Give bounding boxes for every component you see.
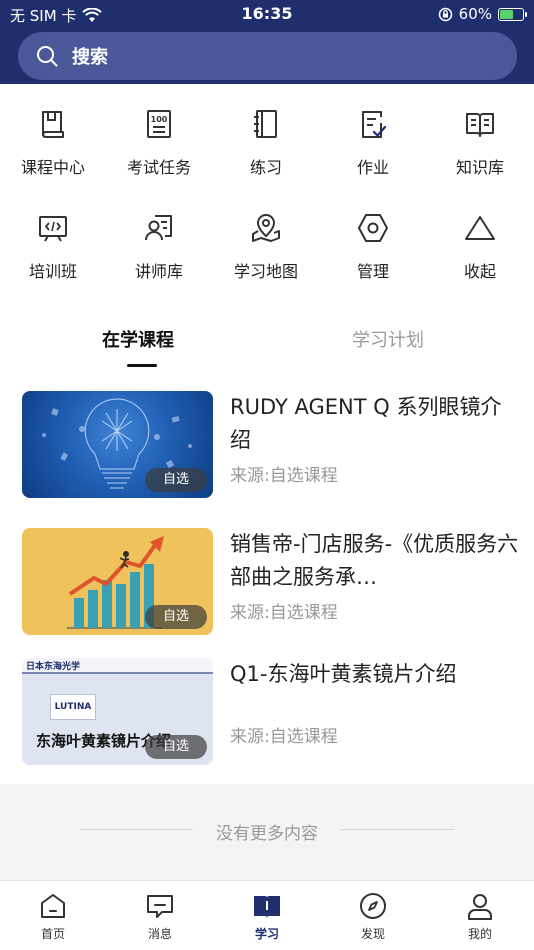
tab-learning-courses[interactable]: 在学课程 xyxy=(102,326,174,352)
course-tabs: 在学课程 学习计划 xyxy=(0,320,534,370)
course-thumbnail: 自选 xyxy=(22,528,213,635)
course-thumbnail: 日本东海光学 LUTINA 东海叶黄素镜片介绍 自选 xyxy=(22,658,213,765)
course-title: RUDY AGENT Q 系列眼镜介绍 xyxy=(230,395,502,452)
lutina-logo-text: LUTINA xyxy=(54,702,92,712)
nav-profile[interactable]: 我的 xyxy=(440,891,520,942)
thumb-header-text: 日本东海光学 xyxy=(26,662,81,672)
nav-messages[interactable]: 消息 xyxy=(120,891,200,942)
battery-icon xyxy=(498,7,527,21)
grid-item-lecturer-library[interactable]: 讲师库 xyxy=(106,212,212,282)
grid-label: 管理 xyxy=(356,262,389,281)
orientation-lock-icon xyxy=(438,7,452,21)
course-title: 销售帝-门店服务-《优质服务六部曲之服务承… xyxy=(230,532,519,589)
status-bar: 无 SIM 卡 16:35 60% xyxy=(0,0,534,28)
nav-study[interactable]: 学习 xyxy=(227,891,307,942)
book-icon xyxy=(42,111,64,138)
training-icon xyxy=(39,216,67,242)
course-source: 来源:自选课程 xyxy=(230,466,338,486)
study-icon xyxy=(254,896,280,918)
grid-label: 作业 xyxy=(356,158,389,177)
grid-item-management[interactable]: 管理 xyxy=(320,212,426,282)
course-item[interactable]: 自选 销售帝-门店服务-《优质服务六部曲之服务承… 来源:自选课程 xyxy=(0,528,534,638)
grid-label: 知识库 xyxy=(455,158,504,177)
search-icon xyxy=(37,46,58,67)
lutina-logo: LUTINA xyxy=(50,694,96,720)
grid-item-knowledge-base[interactable]: 知识库 xyxy=(427,108,533,178)
search-input[interactable]: 搜索 xyxy=(18,32,517,80)
grid-item-exam-task[interactable]: 100 考试任务 xyxy=(106,108,212,178)
search-label: 搜索 xyxy=(72,47,108,68)
nav-label: 首页 xyxy=(40,927,65,941)
nav-label: 我的 xyxy=(467,927,492,941)
exam-icon: 100 xyxy=(147,110,171,138)
course-tag: 自选 xyxy=(145,735,207,759)
nav-home[interactable]: 首页 xyxy=(13,891,93,942)
nav-label: 发现 xyxy=(360,927,385,941)
thumb-header-band: 日本东海光学 xyxy=(22,658,213,674)
nav-label: 学习 xyxy=(254,927,279,941)
no-more-content-text: 没有更多内容 xyxy=(216,824,318,844)
notebook-icon xyxy=(254,110,277,138)
map-icon xyxy=(252,213,280,242)
grid-label: 收起 xyxy=(463,262,496,281)
bottom-nav: 首页 消息 学习 发现 我的 xyxy=(0,880,534,950)
lecturer-icon xyxy=(145,215,172,241)
home-icon xyxy=(41,894,65,918)
course-thumbnail: 自选 xyxy=(22,391,213,498)
grid-item-practice[interactable]: 练习 xyxy=(213,108,319,178)
active-tab-indicator xyxy=(127,364,157,367)
course-item[interactable]: 自选 RUDY AGENT Q 系列眼镜介绍 来源:自选课程 xyxy=(0,391,534,501)
course-source: 来源:自选课程 xyxy=(230,603,338,623)
nav-discover[interactable]: 发现 xyxy=(333,891,413,942)
status-right: 60% xyxy=(438,5,527,23)
course-item[interactable]: 日本东海光学 LUTINA 东海叶黄素镜片介绍 自选 Q1-东海叶黄素镜片介绍 … xyxy=(0,658,534,768)
grid-label: 讲师库 xyxy=(134,262,183,281)
nav-label: 消息 xyxy=(147,927,172,941)
homework-icon xyxy=(362,111,387,138)
grid-label: 培训班 xyxy=(28,262,77,281)
hexagon-icon xyxy=(358,214,388,242)
course-title: Q1-东海叶黄素镜片介绍 xyxy=(230,662,457,686)
grid-label: 学习地图 xyxy=(233,262,298,281)
svg-text:100: 100 xyxy=(151,115,168,124)
course-source: 来源:自选课程 xyxy=(230,727,338,747)
grid-label: 练习 xyxy=(249,158,282,177)
profile-icon xyxy=(468,894,492,920)
grid-item-course-center[interactable]: 课程中心 xyxy=(0,108,106,178)
course-tag: 自选 xyxy=(145,468,207,492)
knowledge-icon xyxy=(466,113,494,137)
course-tag: 自选 xyxy=(145,605,207,629)
grid-item-learning-map[interactable]: 学习地图 xyxy=(213,212,319,282)
grid-item-collapse[interactable]: 收起 xyxy=(427,212,533,282)
message-icon xyxy=(147,895,173,918)
grid-item-homework[interactable]: 作业 xyxy=(320,108,426,178)
app-header: 无 SIM 卡 16:35 60% 搜索 xyxy=(0,0,534,84)
battery-percent: 60% xyxy=(458,5,492,23)
grid-label: 考试任务 xyxy=(126,158,191,177)
compass-icon xyxy=(360,893,386,919)
grid-item-training-class[interactable]: 培训班 xyxy=(0,212,106,282)
triangle-icon xyxy=(465,216,495,240)
tab-learning-plan[interactable]: 学习计划 xyxy=(352,326,424,352)
grid-label: 课程中心 xyxy=(20,158,85,177)
